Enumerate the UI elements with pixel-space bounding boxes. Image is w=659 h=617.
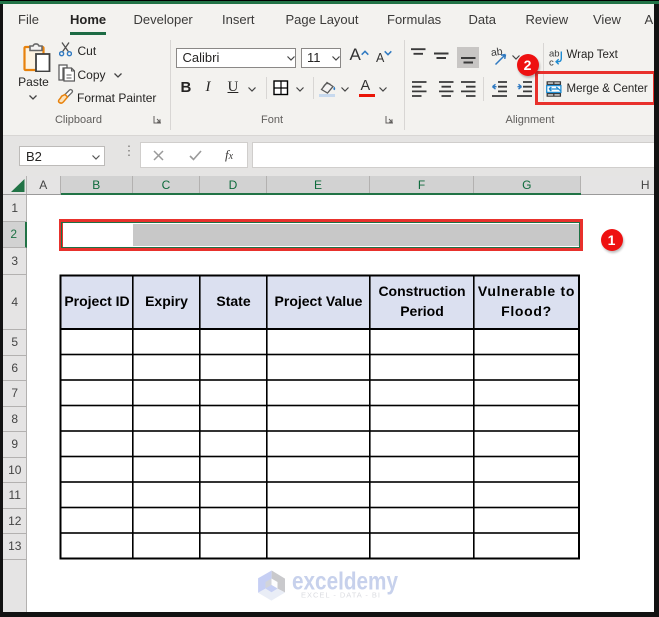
svg-text:EXCEL - DATA - BI: EXCEL - DATA - BI (301, 591, 382, 600)
